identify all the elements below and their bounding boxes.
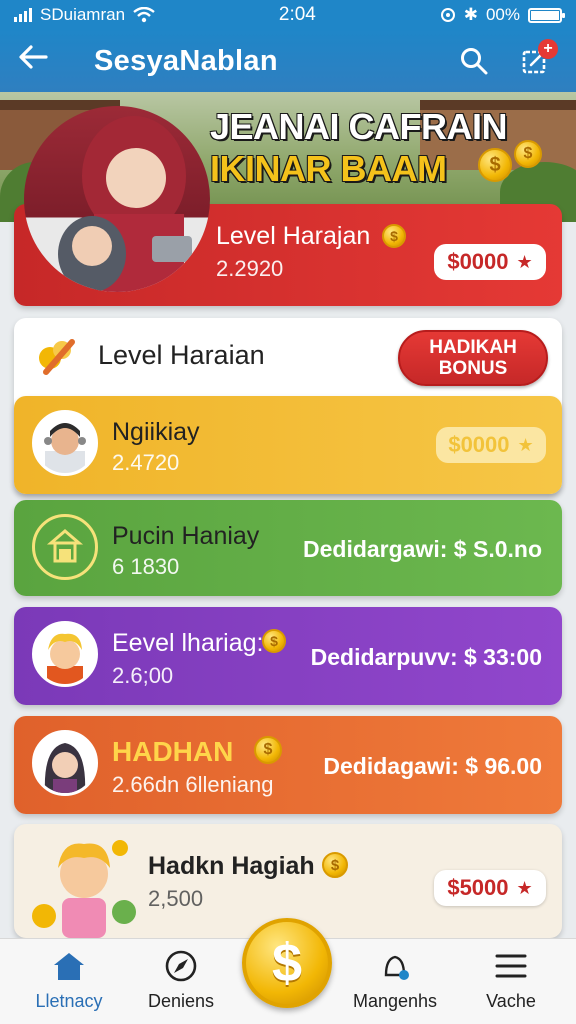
reward-text: Dedidarpuvv: $ 33:00: [310, 644, 542, 670]
compass-icon: [126, 949, 236, 983]
level-card-green[interactable]: Pucin Haniay 6 1830 Dedidargawi: $ S.0.n…: [14, 500, 562, 596]
back-button[interactable]: [18, 44, 62, 78]
wifi-icon: [133, 7, 155, 23]
card-subtitle: 6 1830: [112, 554, 180, 579]
avatar: [32, 621, 98, 687]
pill-amount: $5000: [447, 875, 509, 900]
hero-title-line1: JEANAI CAFRAIN: [210, 106, 508, 147]
coin-icon: $: [322, 852, 348, 878]
nav-item-notifications[interactable]: Mangenhs: [340, 949, 450, 1012]
card-title: Pucin Haniay: [112, 522, 260, 550]
plus-badge-icon: +: [538, 39, 558, 59]
card-title: Hadkn Hagiah: [148, 852, 315, 880]
hero-photo: [24, 106, 210, 292]
star-icon: ★: [517, 434, 534, 455]
signal-icon: [14, 8, 32, 22]
home-icon: [14, 949, 124, 983]
reward-pill[interactable]: $0000 ★: [436, 427, 546, 463]
coin-icon: $: [262, 629, 286, 653]
card-title: Level Harajan: [216, 222, 371, 250]
dollar-icon: $: [271, 933, 303, 993]
reward-text: Dedidagawi: $ 96.00: [323, 753, 542, 779]
carrier-name: SDuiamran: [40, 5, 126, 24]
level-card-orange[interactable]: HADHAN $ 2.66dn 6lleniang Dedidagawi: $ …: [14, 716, 562, 814]
card-title: HADHAN: [112, 736, 234, 767]
card-subtitle: 2.66dn 6lleniang: [112, 772, 274, 797]
status-right: ✱ 00%: [440, 5, 565, 25]
card-title: Eevel lhariag:: [112, 629, 264, 657]
battery-icon: [528, 7, 565, 23]
nav-label: Vache: [486, 991, 536, 1011]
kid-illustration: [28, 832, 138, 938]
reward-pill[interactable]: $0000 ★: [434, 244, 546, 280]
bell-icon: [340, 949, 450, 983]
app-title: SesyaNablan: [94, 44, 278, 77]
nav-item-home[interactable]: Lletnacy: [14, 949, 124, 1012]
search-icon: [461, 48, 488, 75]
people-illustration: [58, 116, 192, 292]
nav-item-explore[interactable]: Deniens: [126, 949, 236, 1012]
status-left: SDuiamran: [14, 5, 155, 25]
coin-icon: $: [478, 148, 512, 182]
menu-icon: [456, 949, 566, 983]
card-subtitle: 2.6;00: [112, 663, 174, 688]
nav-item-menu[interactable]: Vache: [456, 949, 566, 1012]
card-subtitle: 2.2920: [216, 256, 284, 281]
card-subtitle: 2,500: [148, 886, 204, 911]
card-subtitle: 2.4720: [112, 450, 180, 475]
hero-title-line2: IKINAR BAAM: [210, 148, 447, 189]
app-bar: SesyaNablan +: [0, 30, 576, 92]
nav-label: Deniens: [147, 991, 215, 1011]
search-button[interactable]: [452, 39, 496, 83]
star-icon: ★: [516, 251, 533, 272]
reward-text: Dedidargawi: $ S.0.no: [303, 536, 542, 562]
coin-icon: $: [514, 140, 542, 168]
star-icon: ★: [516, 877, 533, 898]
coin-icon: $: [382, 224, 406, 248]
bonus-line1: HADIKAH: [429, 337, 517, 358]
battery-percent: 00%: [485, 5, 520, 24]
alarm-icon: [440, 8, 455, 22]
reward-pill[interactable]: $5000 ★: [434, 870, 546, 906]
coin-icon: $: [254, 736, 282, 764]
avatar: [32, 410, 98, 476]
level-card-purple[interactable]: Eevel lhariag: $ 2.6;00 Dedidarpuvv: $ 3…: [14, 607, 562, 705]
nav-label: Lletnacy: [35, 991, 103, 1011]
status-bar: SDuiamran 2:04 ✱ 00%: [0, 0, 576, 30]
arrow-left-icon: [19, 45, 48, 69]
compose-button[interactable]: +: [514, 39, 558, 83]
nav-label: Mangenhs: [352, 991, 438, 1011]
shop-icon: [32, 514, 98, 580]
card-title: Ngiikiay: [112, 418, 200, 446]
pill-amount: $0000: [447, 249, 509, 274]
bonus-button[interactable]: HADIKAH BONUS: [398, 330, 548, 386]
coin-fab-button[interactable]: $: [242, 918, 332, 1008]
card-title: Level Haraian: [98, 340, 265, 370]
bonus-line2: BONUS: [438, 358, 508, 379]
level-card-yellow[interactable]: Ngiikiay 2.4720 $0000 ★: [14, 396, 562, 494]
status-time: 2:04: [278, 4, 316, 25]
bluetooth-icon: ✱: [463, 5, 478, 24]
hero-coins: $ $: [478, 140, 542, 182]
paint-icon: [36, 334, 80, 378]
pill-amount: $0000: [448, 432, 510, 457]
avatar: [32, 730, 98, 796]
